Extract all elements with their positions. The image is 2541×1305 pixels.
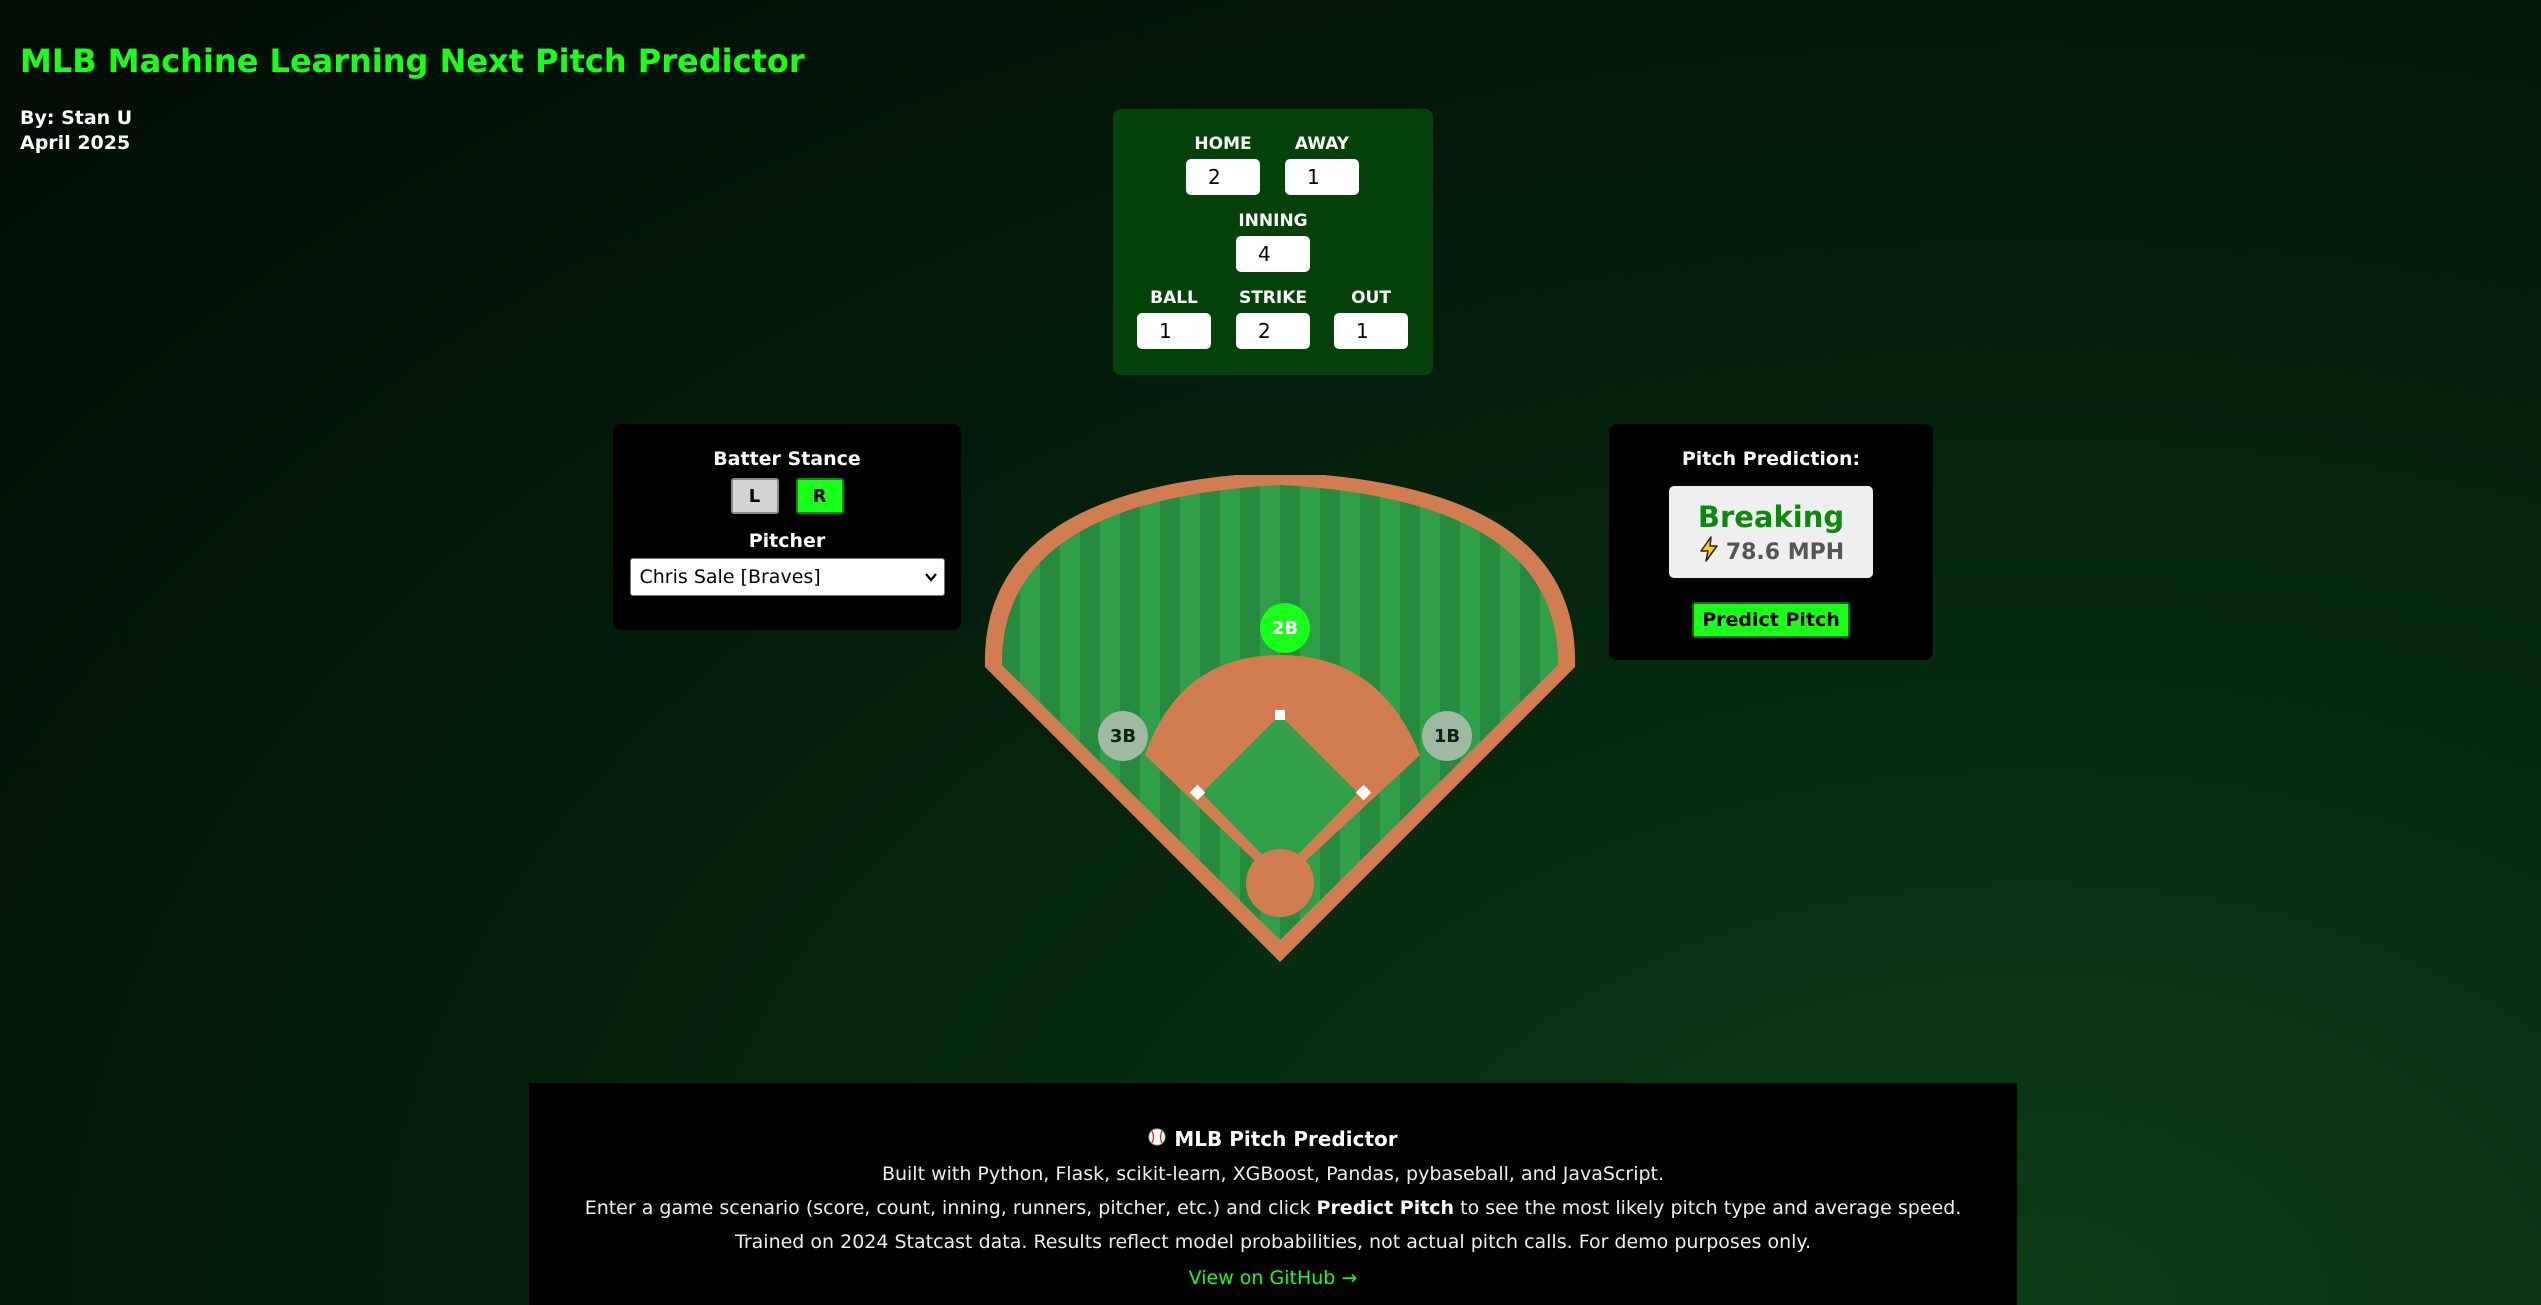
field-diagram xyxy=(984,472,1576,962)
predicted-speed: 78.6 MPH xyxy=(1669,536,1873,568)
instructions-pre: Enter a game scenario (score, count, inn… xyxy=(584,1197,1311,1219)
byline: By: Stan U April 2025 xyxy=(20,106,132,156)
home-plate-circle xyxy=(1246,849,1314,917)
ball-count: BALL xyxy=(1137,287,1211,349)
prediction-result: Breaking 78.6 MPH xyxy=(1669,486,1873,578)
predicted-speed-value: 78.6 MPH xyxy=(1725,539,1845,565)
second-base-bag xyxy=(1275,710,1285,720)
instructions-bold: Predict Pitch xyxy=(1316,1197,1455,1219)
batter-panel: Batter Stance L R Pitcher Chris Sale [Br… xyxy=(613,424,961,630)
page-title: MLB Machine Learning Next Pitch Predicto… xyxy=(20,42,805,80)
lightning-icon xyxy=(1698,536,1720,568)
away-score-input[interactable] xyxy=(1285,159,1359,195)
pitcher-select-value: Chris Sale [Braves] xyxy=(639,566,821,588)
third-base-runner-button[interactable]: 3B xyxy=(1098,711,1148,761)
footer: MLB Pitch Predictor Built with Python, F… xyxy=(529,1083,2017,1305)
footer-title: MLB Pitch Predictor xyxy=(529,1127,2017,1151)
footer-disclaimer: Trained on 2024 Statcast data. Results r… xyxy=(735,1231,1811,1253)
strike-count: STRIKE xyxy=(1236,287,1310,349)
footer-built-with: Built with Python, Flask, scikit-learn, … xyxy=(881,1163,1665,1185)
footer-title-text: MLB Pitch Predictor xyxy=(1174,1127,1398,1151)
home-score-input[interactable] xyxy=(1186,159,1260,195)
stance-toggle: L R xyxy=(613,478,961,514)
inning-input[interactable] xyxy=(1236,236,1310,272)
inning: INNING xyxy=(1236,210,1310,272)
date-text: April 2025 xyxy=(20,132,131,154)
strike-input[interactable] xyxy=(1236,313,1310,349)
chevron-down-icon xyxy=(924,559,938,609)
ball-input[interactable] xyxy=(1137,313,1211,349)
predicted-pitch-type: Breaking xyxy=(1697,500,1845,534)
footer-instructions: Enter a game scenario (score, count, inn… xyxy=(529,1197,2017,1219)
predict-pitch-button[interactable]: Predict Pitch xyxy=(1692,602,1850,638)
away-label: AWAY xyxy=(1294,134,1350,154)
baseball-field: 2B 3B 1B xyxy=(980,472,1590,971)
baseball-icon xyxy=(1148,1127,1166,1151)
inning-label: INNING xyxy=(1238,211,1308,231)
instructions-post: to see the most likely pitch type and av… xyxy=(1460,1197,1962,1219)
out-label: OUT xyxy=(1351,288,1391,308)
away-score: AWAY xyxy=(1285,133,1359,195)
author-text: By: Stan U xyxy=(20,107,133,129)
ball-label: BALL xyxy=(1150,288,1198,308)
out-input[interactable] xyxy=(1334,313,1408,349)
strike-label: STRIKE xyxy=(1238,288,1308,308)
prediction-panel: Pitch Prediction: Breaking 78.6 MPH Pred… xyxy=(1609,424,1933,660)
batter-stance-label: Batter Stance xyxy=(713,448,861,470)
github-link[interactable]: View on GitHub → xyxy=(1189,1267,1358,1289)
pitcher-select[interactable]: Chris Sale [Braves] xyxy=(629,558,945,596)
stance-left-button[interactable]: L xyxy=(730,478,779,514)
prediction-label: Pitch Prediction: xyxy=(1681,448,1861,470)
out-count: OUT xyxy=(1334,287,1408,349)
pitcher-label: Pitcher xyxy=(748,530,826,552)
home-label: HOME xyxy=(1194,134,1252,154)
first-base-runner-button[interactable]: 1B xyxy=(1422,711,1472,761)
scoreboard: HOME AWAY INNING BALL STRIKE OUT xyxy=(1113,109,1433,375)
stance-right-button[interactable]: R xyxy=(795,478,844,514)
second-base-runner-button[interactable]: 2B xyxy=(1260,603,1310,653)
home-score: HOME xyxy=(1186,133,1260,195)
